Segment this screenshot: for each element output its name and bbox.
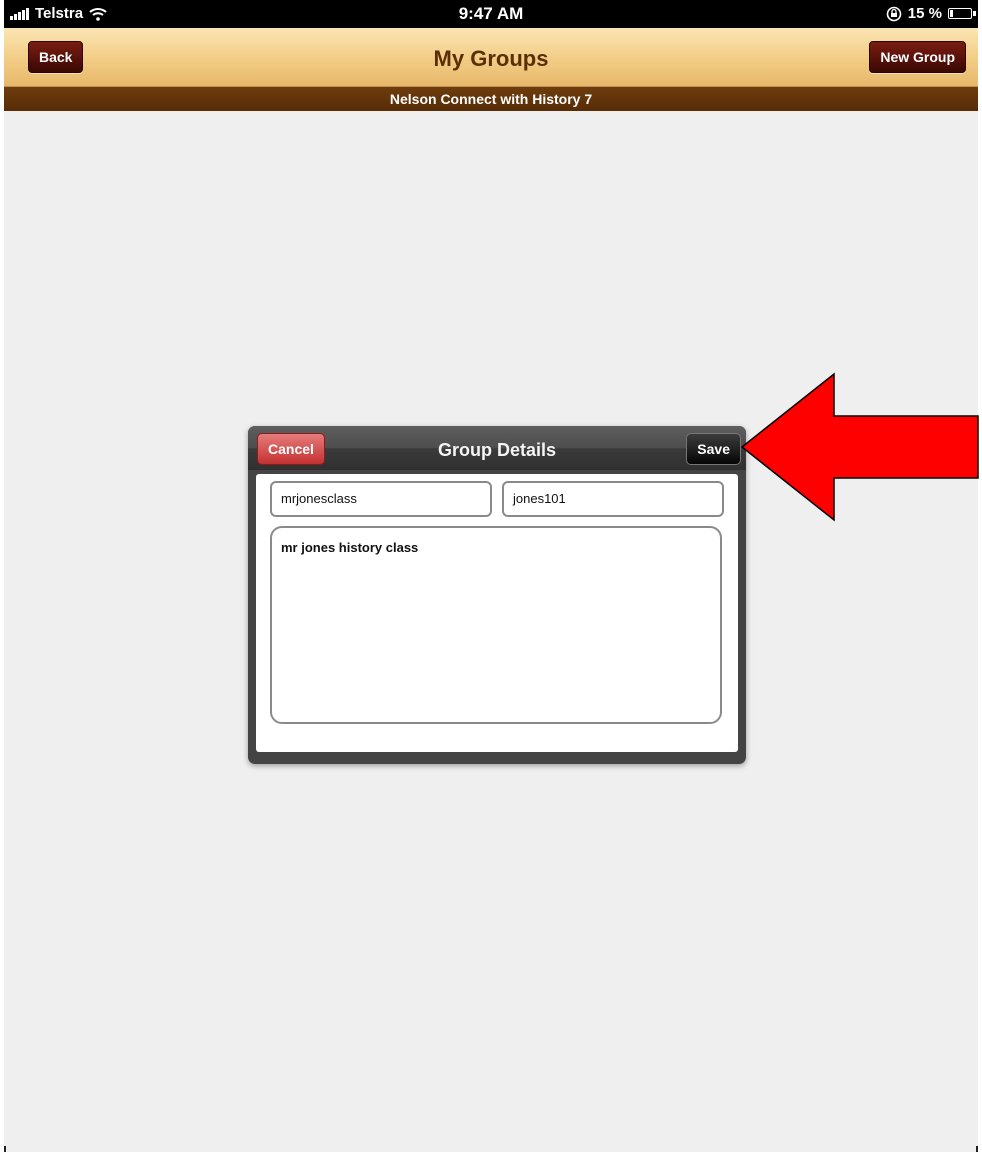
battery-percent: 15 % <box>907 5 942 22</box>
save-button[interactable]: Save <box>686 433 741 465</box>
dialog-title: Group Details <box>437 440 557 460</box>
arrow-pointer-icon <box>740 372 979 522</box>
new-group-button[interactable]: New Group <box>869 41 966 73</box>
page-title: My Groups <box>433 46 549 71</box>
status-bar: Telstra 9:47 AM 15 % <box>4 0 978 28</box>
screen-corner-mark-left <box>4 1146 6 1152</box>
navigation-bar: Back My Groups New Group <box>4 28 978 87</box>
orientation-lock-icon <box>886 6 902 21</box>
status-right: 15 % <box>886 5 976 22</box>
red-arrow-annotation <box>740 372 979 522</box>
book-title-bar: Nelson Connect with History 7 <box>4 87 978 111</box>
ipad-screen: Telstra 9:47 AM 15 % Back My Groups New … <box>4 0 978 1152</box>
group-description-field[interactable]: mr jones history class <box>270 526 722 724</box>
dialog-body: mrjonesclass jones101 mr jones history c… <box>256 474 738 752</box>
group-password-field[interactable]: jones101 <box>502 481 724 517</box>
group-details-dialog: Cancel Group Details Save mrjonesclass j… <box>248 426 746 764</box>
status-time: 9:47 AM <box>458 4 524 23</box>
battery-icon <box>948 8 976 19</box>
screen-corner-mark-right <box>976 1146 978 1152</box>
group-name-field[interactable]: mrjonesclass <box>270 481 492 517</box>
dialog-header: Cancel Group Details Save <box>248 426 746 470</box>
